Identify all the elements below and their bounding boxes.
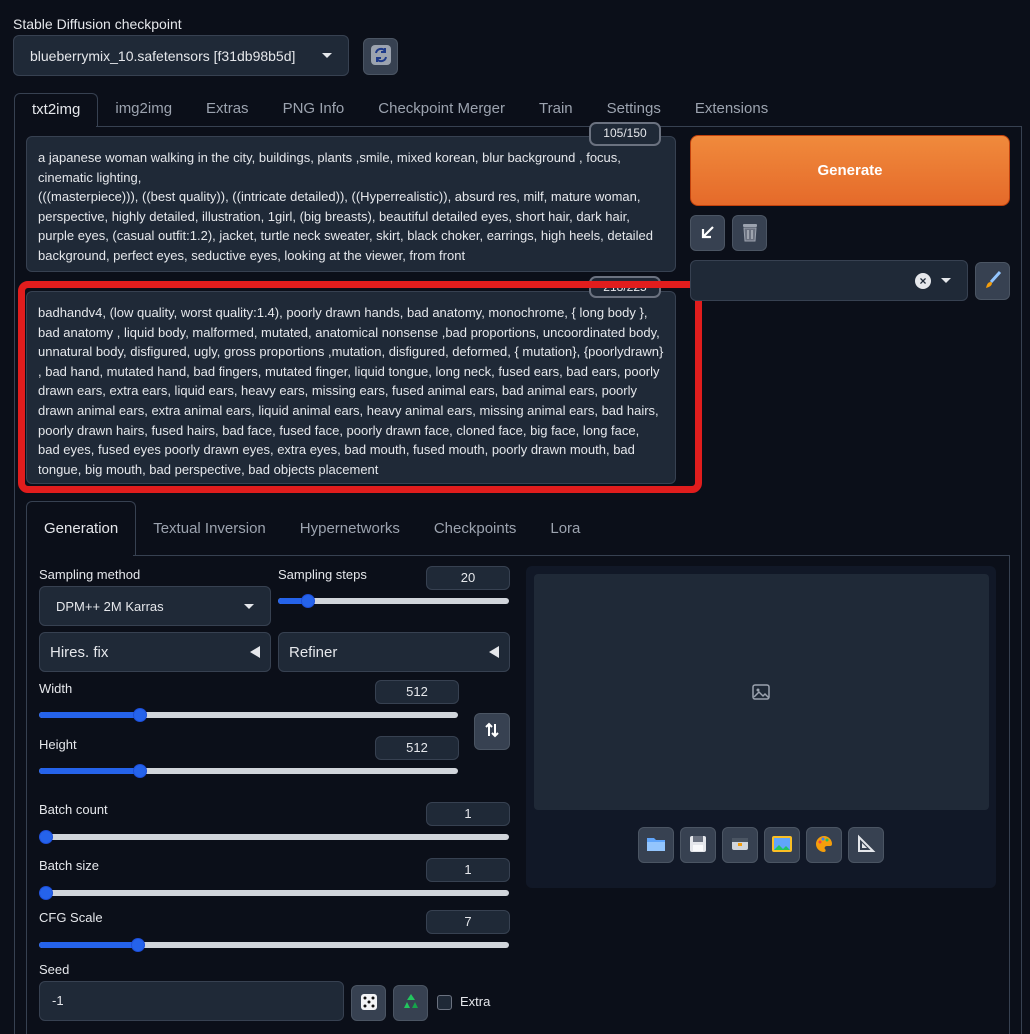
generate-button[interactable]: Generate (690, 135, 1010, 206)
cfg-scale-label: CFG Scale (39, 910, 103, 925)
swap-dimensions-button[interactable] (474, 713, 510, 750)
height-label: Height (39, 737, 77, 752)
paintbrush-icon (983, 270, 1003, 293)
checkpoint-label: Stable Diffusion checkpoint (13, 16, 182, 32)
read-params-button[interactable] (690, 215, 725, 251)
extra-checkbox[interactable] (437, 995, 452, 1010)
refresh-checkpoint-button[interactable] (363, 38, 398, 75)
prompt-line-1: a japanese woman walking in the city, bu… (38, 150, 621, 185)
highlight-box (18, 281, 702, 493)
sampling-steps-slider[interactable] (278, 594, 509, 608)
tab-hypernetworks[interactable]: Hypernetworks (283, 501, 417, 555)
subpanel-border-right (1009, 555, 1010, 1034)
panel-border-left (14, 126, 15, 1034)
subpanel-border-left (26, 555, 27, 1034)
triangle-left-icon (489, 646, 499, 658)
triangle-left-icon (250, 646, 260, 658)
cfg-scale-input[interactable]: 7 (426, 910, 510, 934)
checkpoint-value: blueberrymix_10.safetensors [f31db98b5d] (30, 47, 296, 64)
recycle-icon (401, 992, 421, 1015)
prompt-textarea[interactable]: a japanese woman walking in the city, bu… (26, 136, 676, 272)
tab-png-info[interactable]: PNG Info (266, 93, 362, 127)
chevron-down-icon (941, 278, 951, 283)
zip-button[interactable] (722, 827, 758, 863)
clear-x-icon[interactable]: × (915, 272, 931, 289)
seed-input[interactable]: -1 (39, 981, 344, 1021)
generation-tabs: Generation Textual Inversion Hypernetwor… (26, 501, 597, 555)
send-to-extras-button[interactable] (848, 827, 884, 863)
batch-size-slider[interactable] (39, 886, 509, 900)
height-slider[interactable] (39, 764, 458, 778)
tab-lora[interactable]: Lora (533, 501, 597, 555)
chevron-down-icon (244, 603, 254, 609)
prompt-line-2: (((masterpiece))), ((best quality)), ((i… (38, 189, 653, 263)
refiner-accordion[interactable]: Refiner (278, 632, 510, 672)
sampling-steps-label: Sampling steps (278, 567, 367, 582)
chevron-down-icon (322, 53, 332, 58)
tab-divider (96, 126, 1022, 127)
batch-size-label: Batch size (39, 858, 99, 873)
seed-label: Seed (39, 962, 70, 977)
main-tabs: txt2img img2img Extras PNG Info Checkpoi… (14, 93, 785, 127)
edit-styles-button[interactable] (975, 262, 1010, 300)
width-label: Width (39, 681, 73, 696)
width-input[interactable]: 512 (375, 680, 459, 704)
arrow-down-left-icon (699, 223, 717, 244)
archive-icon (730, 834, 750, 857)
open-folder-button[interactable] (638, 827, 674, 863)
floppy-disk-icon (688, 834, 708, 857)
height-input[interactable]: 512 (375, 736, 459, 760)
sampling-steps-input[interactable]: 20 (426, 566, 510, 590)
sampling-method-label: Sampling method (39, 567, 141, 582)
cfg-scale-slider[interactable] (39, 938, 509, 952)
swap-arrows-icon (483, 721, 501, 742)
send-to-img2img-button[interactable] (764, 827, 800, 863)
tab-extras[interactable]: Extras (189, 93, 266, 127)
triangle-ruler-icon (856, 834, 876, 857)
batch-count-input[interactable]: 1 (426, 802, 510, 826)
hires-fix-accordion[interactable]: Hires. fix (39, 632, 271, 672)
panel-border-right (1021, 126, 1022, 1034)
tab-generation[interactable]: Generation (26, 501, 137, 555)
tab-extensions[interactable]: Extensions (678, 93, 785, 127)
tab-checkpoints[interactable]: Checkpoints (417, 501, 534, 555)
trash-icon (740, 221, 760, 246)
styles-select[interactable]: × (690, 260, 968, 301)
image-placeholder-icon (752, 683, 770, 704)
send-to-inpaint-button[interactable] (806, 827, 842, 863)
reuse-seed-button[interactable] (393, 985, 428, 1021)
save-button[interactable] (680, 827, 716, 863)
refiner-label: Refiner (289, 643, 338, 661)
extra-label: Extra (460, 994, 491, 1009)
batch-count-slider[interactable] (39, 830, 509, 844)
tab-txt2img[interactable]: txt2img (14, 93, 99, 127)
clear-prompt-button[interactable] (732, 215, 767, 251)
batch-size-input[interactable]: 1 (426, 858, 510, 882)
refresh-icon (370, 44, 392, 69)
tab-textual-inversion[interactable]: Textual Inversion (136, 501, 283, 555)
tab-checkpoint-merger[interactable]: Checkpoint Merger (361, 93, 522, 127)
random-seed-button[interactable] (351, 985, 386, 1021)
folder-icon (645, 834, 667, 857)
prompt-token-counter: 105/150 (589, 122, 661, 146)
subtab-divider (133, 555, 1010, 556)
width-slider[interactable] (39, 708, 458, 722)
hires-fix-label: Hires. fix (50, 643, 109, 661)
palette-icon (814, 834, 834, 857)
tab-train[interactable]: Train (522, 93, 590, 127)
picture-icon (771, 834, 793, 857)
sampling-method-select[interactable]: DPM++ 2M Karras (39, 586, 271, 626)
dice-icon (359, 992, 379, 1015)
tab-img2img[interactable]: img2img (98, 93, 189, 127)
sampling-method-value: DPM++ 2M Karras (56, 598, 164, 614)
checkpoint-select[interactable]: blueberrymix_10.safetensors [f31db98b5d] (13, 35, 349, 76)
batch-count-label: Batch count (39, 802, 108, 817)
